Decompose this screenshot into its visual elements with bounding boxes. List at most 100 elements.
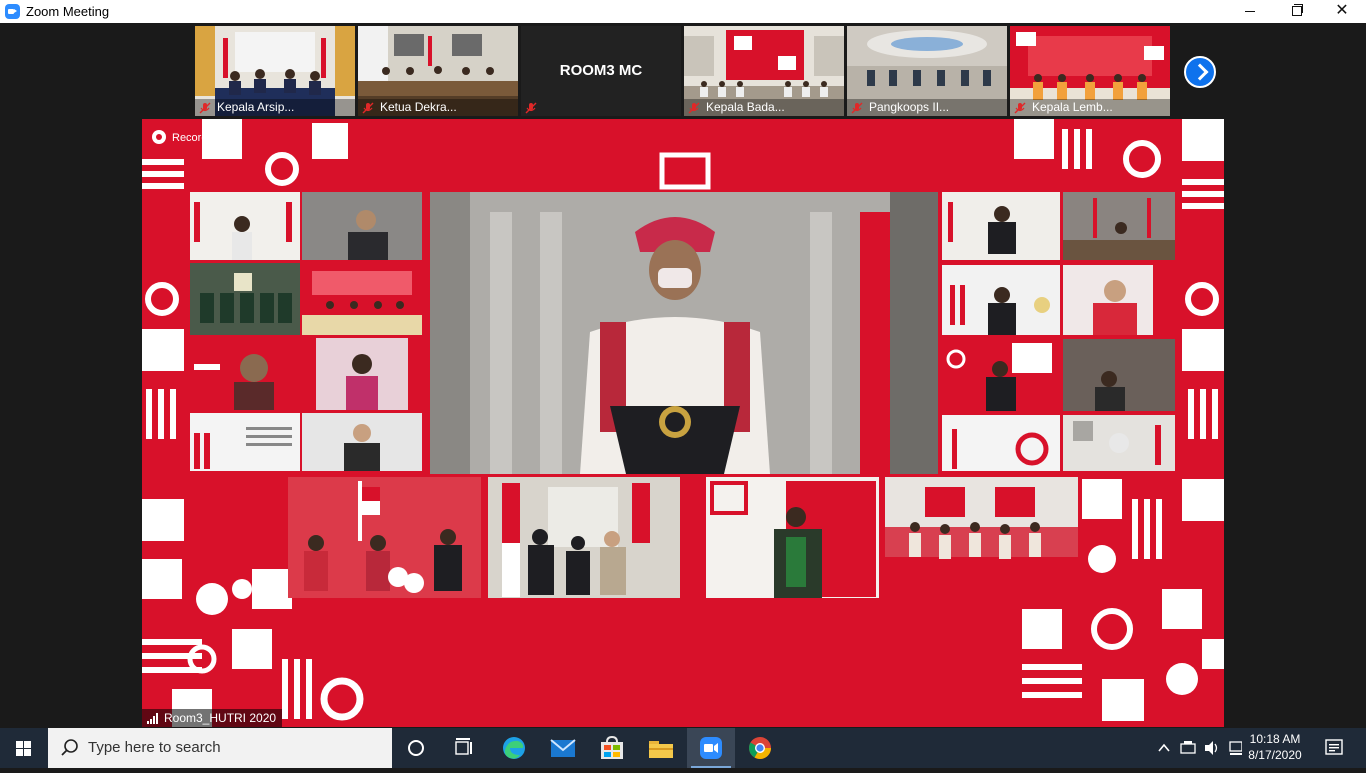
video-feed <box>885 477 1078 598</box>
video-feed <box>288 477 481 598</box>
network-icon <box>1180 743 1196 754</box>
signal-strength-icon <box>147 713 161 724</box>
next-page-button[interactable] <box>1184 56 1216 88</box>
gallery-tile <box>1063 265 1175 335</box>
video-feed <box>950 285 1050 335</box>
chrome-taskbar-button[interactable] <box>736 728 784 768</box>
video-feed <box>686 477 876 598</box>
store-icon <box>601 735 623 759</box>
mail-taskbar-button[interactable] <box>539 728 587 768</box>
gallery-tile <box>190 192 300 260</box>
participant-thumbnail[interactable]: ROOM3 MC <box>521 26 681 116</box>
video-feed <box>1095 371 1125 411</box>
mic-muted-icon <box>1014 102 1026 114</box>
participant-strip: Kepala Arsip... Ketua Dekra... ROOM3 MC … <box>0 23 1366 118</box>
cortana-icon <box>408 740 424 756</box>
task-view-icon <box>455 738 472 755</box>
video-feed <box>200 273 292 323</box>
video-feed <box>946 343 1052 411</box>
participant-name: Pangkoops II... <box>869 100 950 114</box>
folder-icon <box>649 741 673 758</box>
windows-taskbar: Type here to search 10:18 AM 8/17/2020 <box>0 728 1366 768</box>
participant-name: Ketua Dekra... <box>380 100 457 114</box>
gallery-tile <box>942 415 1060 471</box>
video-feed <box>1063 198 1175 260</box>
mic-muted-icon <box>525 102 537 114</box>
video-feed <box>430 192 938 474</box>
gallery-tile <box>686 477 879 598</box>
chrome-icon <box>749 737 771 759</box>
video-feed <box>302 271 422 335</box>
gallery-tile <box>942 265 1060 335</box>
participant-name: Kepala Lemb... <box>1032 100 1113 114</box>
taskbar-clock[interactable]: 10:18 AM 8/17/2020 <box>1244 731 1306 763</box>
active-speaker-name: Room3_HUTRI 2020 <box>142 709 283 727</box>
participant-thumbnail[interactable]: Ketua Dekra... <box>358 26 518 116</box>
gallery-tile <box>1063 339 1175 411</box>
video-feed <box>194 354 274 410</box>
mail-icon <box>550 739 576 757</box>
gallery-tile <box>1063 415 1175 471</box>
file-explorer-taskbar-button[interactable] <box>637 728 685 768</box>
action-center-button[interactable] <box>1312 728 1356 768</box>
gallery-tile <box>302 413 422 471</box>
title-bar: Zoom Meeting ✕ <box>0 0 1366 23</box>
participant-thumbnail[interactable]: Kepala Arsip... <box>195 26 355 116</box>
gallery-tile <box>1063 192 1175 260</box>
display-icon <box>1229 741 1243 752</box>
active-speaker-video[interactable]: Recording... <box>142 119 1224 727</box>
gallery-tile <box>942 339 1060 411</box>
main-speaker-tile <box>430 192 938 474</box>
tray-icons <box>1158 741 1243 755</box>
notification-icon <box>1325 739 1343 755</box>
video-feed <box>194 202 292 260</box>
clock-date: 8/17/2020 <box>1248 748 1302 762</box>
gallery-tile <box>302 192 422 260</box>
chevron-up-icon <box>1158 743 1170 752</box>
windows-logo-icon <box>16 741 31 756</box>
participant-thumbnail[interactable]: Pangkoops II... <box>847 26 1007 116</box>
clock-time: 10:18 AM <box>1249 732 1301 746</box>
search-placeholder: Type here to search <box>88 739 221 756</box>
video-feed <box>344 424 380 471</box>
video-feed <box>346 354 378 410</box>
zoom-app-icon <box>5 4 20 19</box>
mic-muted-icon <box>851 102 863 114</box>
restore-button[interactable] <box>1273 0 1319 23</box>
start-button[interactable] <box>0 728 48 768</box>
edge-icon <box>503 737 525 759</box>
taskbar-search-box[interactable]: Type here to search <box>48 728 392 768</box>
participant-thumbnail[interactable]: Kepala Bada... <box>684 26 844 116</box>
gallery-tile <box>488 477 680 598</box>
close-button[interactable]: ✕ <box>1319 0 1365 23</box>
gallery-tile <box>190 338 300 410</box>
gallery-tile <box>885 477 1078 598</box>
task-view-button[interactable] <box>440 728 488 768</box>
gallery-tile <box>288 477 481 598</box>
participant-thumbnail[interactable]: Kepala Lemb... <box>1010 26 1170 116</box>
zoom-icon <box>700 737 722 759</box>
window-title: Zoom Meeting <box>26 4 110 19</box>
video-feed <box>1073 421 1161 465</box>
edge-taskbar-button[interactable] <box>490 728 538 768</box>
cortana-button[interactable] <box>392 728 440 768</box>
zoom-taskbar-button[interactable] <box>687 728 735 768</box>
gallery-tile <box>190 413 300 471</box>
volume-icon <box>1205 741 1213 755</box>
video-feed <box>1093 265 1175 335</box>
video-feed <box>194 427 292 469</box>
gallery-tile <box>942 192 1060 260</box>
store-taskbar-button[interactable] <box>588 728 636 768</box>
recording-indicator: Recording... <box>152 130 231 145</box>
gallery-tile <box>316 338 408 410</box>
participant-display-name: ROOM3 MC <box>559 62 643 79</box>
participant-name: Kepala Arsip... <box>217 100 295 114</box>
minimize-button[interactable] <box>1227 0 1273 23</box>
mic-muted-icon <box>199 102 211 114</box>
search-icon <box>61 739 78 756</box>
video-feed <box>502 483 650 597</box>
gallery-tile <box>190 263 300 335</box>
system-tray <box>1152 728 1243 768</box>
video-feed <box>952 429 1049 469</box>
mic-muted-icon <box>362 102 374 114</box>
